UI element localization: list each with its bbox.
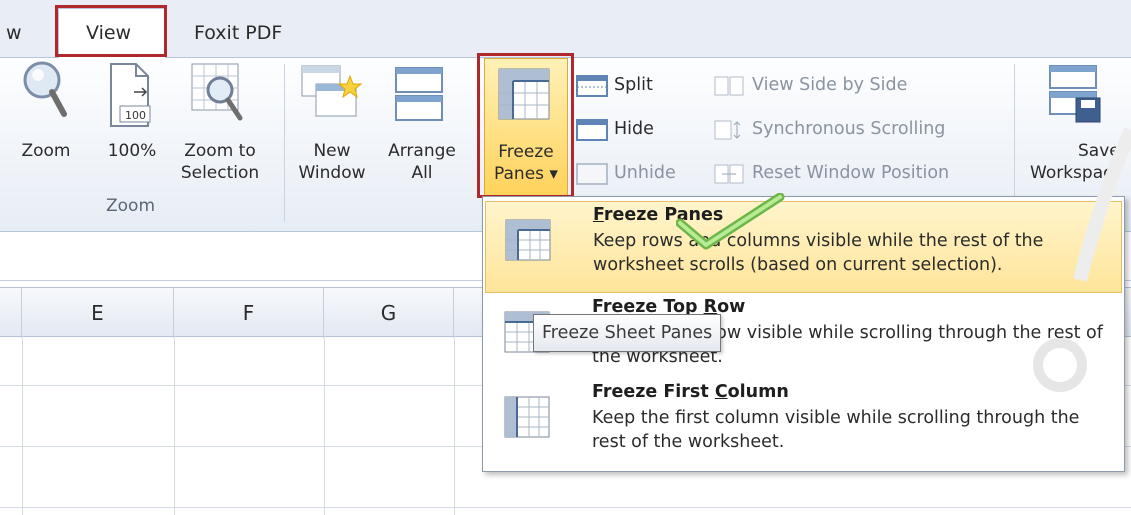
unhide-icon	[576, 163, 608, 185]
zoom-label: Zoom	[21, 141, 71, 161]
menu-item-title: Freeze First Column	[592, 382, 789, 402]
side-by-side-icon	[714, 76, 744, 96]
tab-review[interactable]: w	[6, 22, 22, 44]
tab-foxit-pdf[interactable]: Foxit PDF	[194, 22, 282, 44]
unhide-button[interactable]: Unhide	[572, 158, 676, 188]
tooltip: Freeze Sheet Panes	[533, 314, 722, 352]
new-window-button[interactable]: New Window	[292, 58, 372, 198]
magnifier-icon	[23, 61, 67, 117]
arrange-all-label: Arrange All	[388, 141, 456, 183]
split-button[interactable]: Split	[572, 70, 653, 100]
group-separator	[284, 64, 285, 222]
view-side-by-side-button[interactable]: View Side by Side	[710, 70, 907, 100]
view-tab-highlight	[55, 5, 167, 57]
column-header-partial	[0, 288, 22, 338]
menu-item-freeze-panes[interactable]: Freeze Panes Keep rows and columns visib…	[485, 201, 1122, 293]
menu-item-description: Keep rows and columns visible while the …	[593, 231, 1044, 275]
synchronous-scrolling-button[interactable]: Synchronous Scrolling	[710, 114, 945, 144]
save-workspace-icon	[1049, 65, 1101, 123]
save-workspace-button[interactable]: Save Workspac	[1022, 58, 1131, 198]
menu-item-description: Keep the first column visible while scro…	[592, 408, 1080, 452]
zoom-group-label: Zoom	[106, 196, 156, 216]
reset-window-position-button[interactable]: Reset Window Position	[710, 158, 949, 188]
zoom-to-selection-button[interactable]: Zoom to Selection	[170, 58, 270, 198]
new-window-label: New Window	[298, 141, 366, 183]
zoom-100-label: 100%	[107, 141, 157, 161]
menu-item-freeze-first-column[interactable]: Freeze First Column Keep the first colum…	[485, 379, 1122, 471]
freeze-panes-icon	[505, 219, 551, 261]
zoom-100-button[interactable]: 100 100%	[96, 58, 168, 188]
hide-icon	[576, 119, 608, 141]
zoom-to-selection-label: Zoom to Selection	[180, 141, 260, 183]
arrange-all-icon	[395, 67, 443, 121]
column-header-f[interactable]: F	[174, 288, 324, 338]
page-100-icon: 100	[110, 63, 151, 127]
new-window-icon	[301, 65, 363, 117]
hide-button[interactable]: Hide	[572, 114, 654, 144]
save-workspace-label: Save Workspac	[1030, 141, 1120, 183]
freeze-first-column-icon	[504, 396, 550, 438]
ribbon-tab-strip: w View Foxit PDF	[0, 0, 1131, 60]
split-icon	[576, 75, 608, 97]
zoom-button[interactable]: Zoom	[0, 58, 92, 188]
zoom-selection-icon	[191, 63, 243, 121]
column-header-e[interactable]: E	[22, 288, 174, 338]
freeze-panes-highlight	[477, 53, 574, 198]
arrange-all-button[interactable]: Arrange All	[372, 58, 460, 198]
checkmark-icon	[676, 193, 785, 250]
sync-scroll-icon	[714, 120, 741, 140]
reset-position-icon	[714, 164, 744, 184]
column-header-g[interactable]: G	[324, 288, 454, 338]
svg-text:100: 100	[125, 109, 146, 122]
